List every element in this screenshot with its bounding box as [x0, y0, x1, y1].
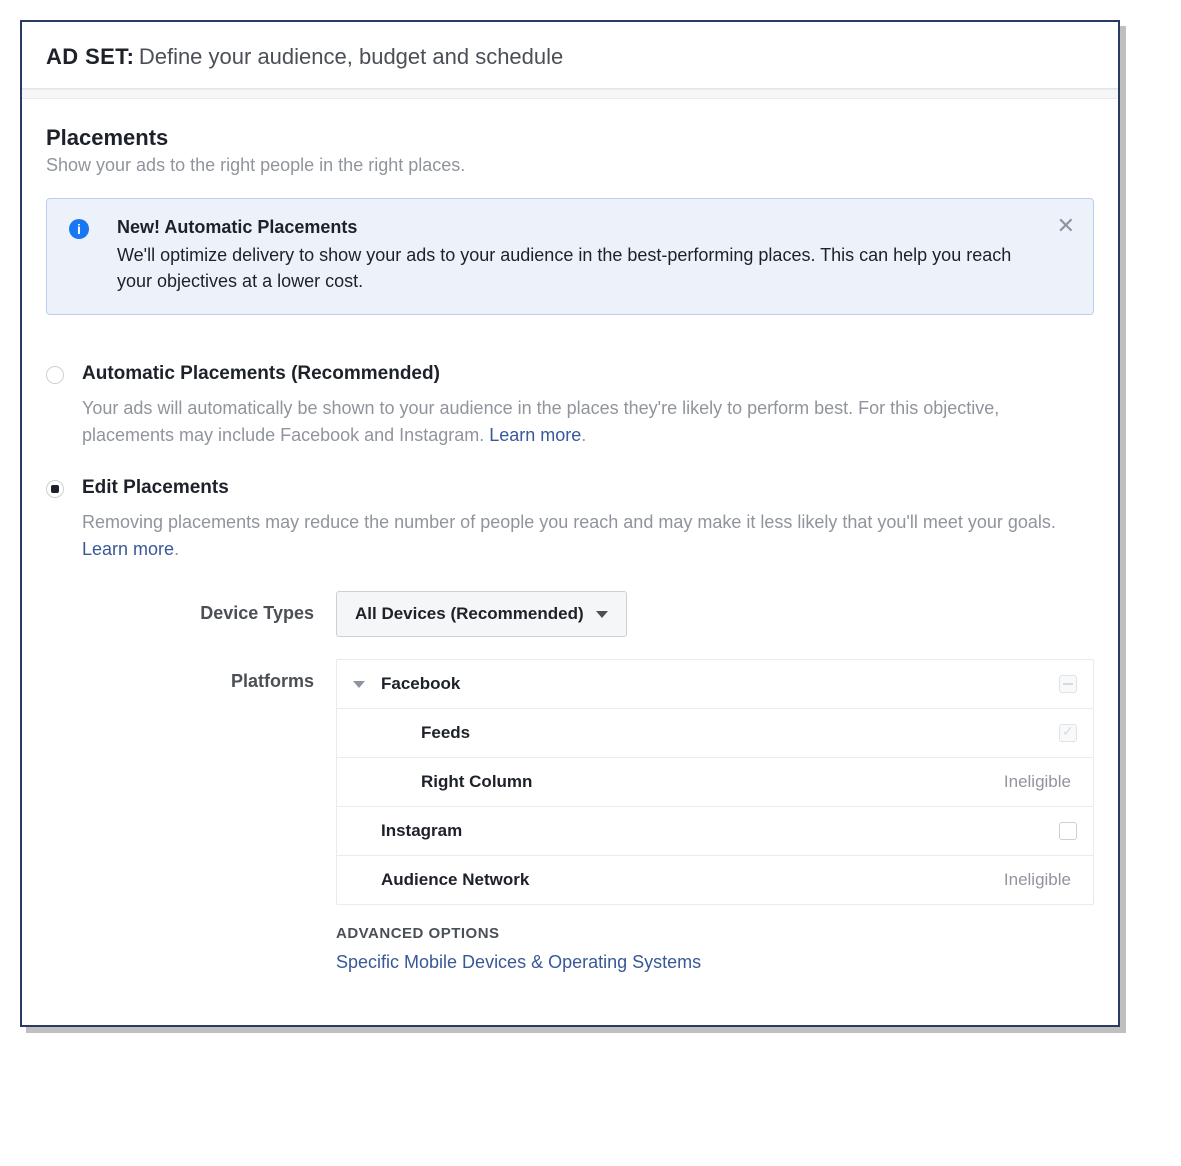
- platform-instagram[interactable]: Instagram: [337, 807, 1093, 856]
- option-edit-desc: Removing placements may reduce the numbe…: [82, 509, 1094, 563]
- device-types-value: All Devices (Recommended): [355, 604, 584, 624]
- panel-header: AD SET: Define your audience, budget and…: [22, 22, 1118, 89]
- panel-body: Placements Show your ads to the right pe…: [22, 99, 1118, 1025]
- info-text: We'll optimize delivery to show your ads…: [117, 242, 1043, 294]
- option-automatic[interactable]: Automatic Placements (Recommended): [46, 363, 1094, 385]
- platform-name: Feeds: [381, 723, 1059, 743]
- info-icon: i: [69, 219, 89, 239]
- status-badge: Ineligible: [1004, 772, 1071, 792]
- radio-icon[interactable]: [46, 480, 64, 498]
- platforms-table: Facebook Feeds Right Column Ineligible: [336, 659, 1094, 905]
- chevron-down-icon: [596, 611, 608, 618]
- close-icon[interactable]: ✕: [1057, 215, 1075, 237]
- platforms-label: Platforms: [46, 659, 336, 692]
- info-title: New! Automatic Placements: [117, 217, 1043, 238]
- advanced-options-heading: ADVANCED OPTIONS: [336, 925, 1094, 942]
- info-banner: i ✕ New! Automatic Placements We'll opti…: [46, 198, 1094, 315]
- platform-facebook-right-column: Right Column Ineligible: [337, 758, 1093, 807]
- checkbox-icon: [1059, 675, 1077, 693]
- option-edit-label: Edit Placements: [82, 477, 229, 499]
- header-divider: [22, 89, 1118, 99]
- checkbox-icon: [1059, 724, 1077, 742]
- platform-name: Audience Network: [381, 870, 1004, 890]
- radio-icon[interactable]: [46, 366, 64, 384]
- section-subtitle: Show your ads to the right people in the…: [46, 155, 1094, 176]
- option-edit-desc-text: Removing placements may reduce the numbe…: [82, 512, 1056, 532]
- checkbox-icon[interactable]: [1059, 822, 1077, 840]
- platform-facebook-feeds[interactable]: Feeds: [337, 709, 1093, 758]
- header-prefix: AD SET:: [46, 44, 134, 69]
- device-types-label: Device Types: [46, 591, 336, 624]
- platform-name: Instagram: [381, 821, 1059, 841]
- platform-name: Facebook: [381, 674, 1059, 694]
- option-edit[interactable]: Edit Placements: [46, 477, 1094, 499]
- advanced-options-link[interactable]: Specific Mobile Devices & Operating Syst…: [336, 952, 1094, 973]
- platform-audience-network: Audience Network Ineligible: [337, 856, 1093, 904]
- option-automatic-label: Automatic Placements (Recommended): [82, 363, 440, 385]
- learn-more-link[interactable]: Learn more: [82, 539, 174, 559]
- platforms-row: Platforms Facebook Feeds: [46, 659, 1094, 973]
- adset-panel: AD SET: Define your audience, budget and…: [20, 20, 1120, 1027]
- learn-more-link[interactable]: Learn more: [489, 425, 581, 445]
- device-types-dropdown[interactable]: All Devices (Recommended): [336, 591, 627, 637]
- section-title: Placements: [46, 125, 1094, 151]
- option-automatic-desc: Your ads will automatically be shown to …: [82, 395, 1094, 449]
- platform-facebook[interactable]: Facebook: [337, 660, 1093, 709]
- platform-name: Right Column: [381, 772, 1004, 792]
- chevron-down-icon[interactable]: [353, 681, 365, 688]
- device-types-row: Device Types All Devices (Recommended): [46, 591, 1094, 637]
- status-badge: Ineligible: [1004, 870, 1071, 890]
- header-subtitle: Define your audience, budget and schedul…: [139, 44, 563, 69]
